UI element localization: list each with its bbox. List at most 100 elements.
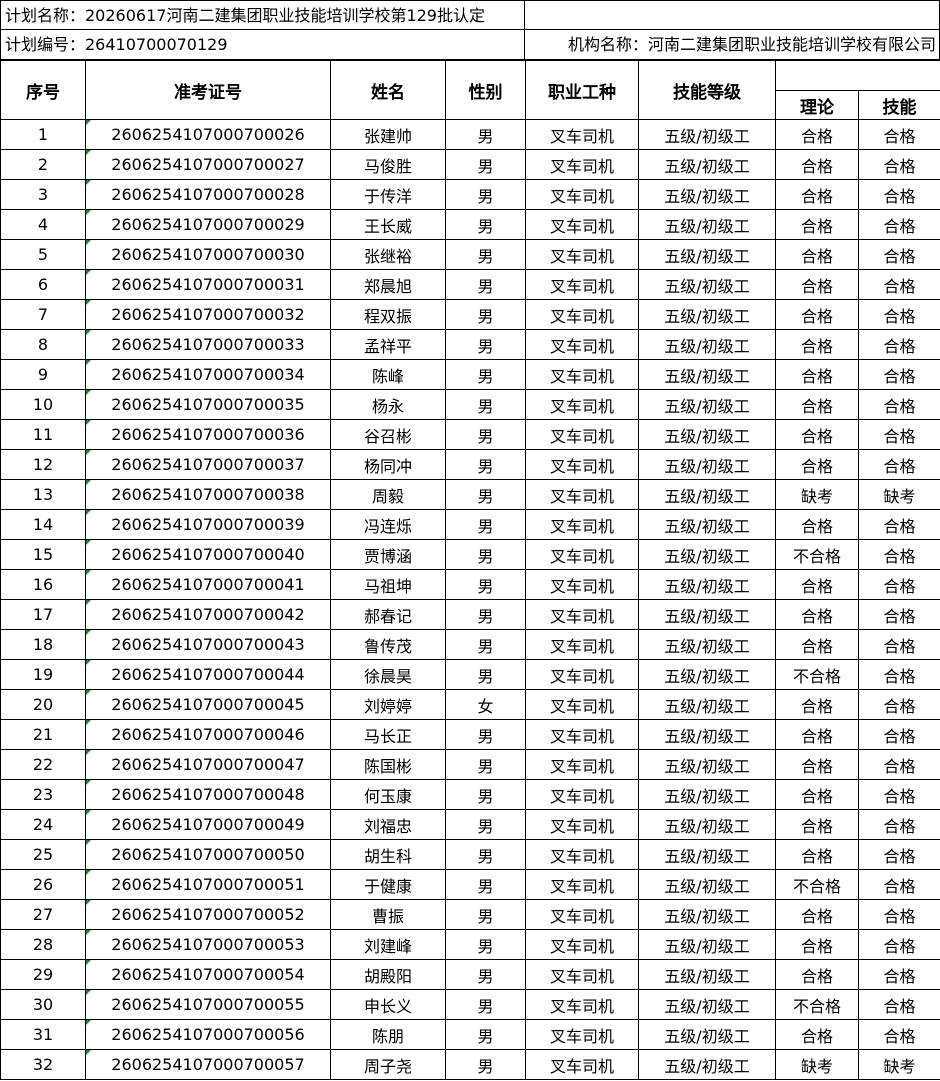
- cell-job: 叉车司机: [525, 629, 639, 660]
- table-row: 2 2606254107000700027 马俊胜 男 叉车司机 五级/初级工 合格 合格: [0, 149, 940, 180]
- text-number-indicator-icon: [86, 900, 91, 905]
- cell-text-gender: 男: [477, 396, 494, 416]
- cell-job: 叉车司机: [525, 959, 639, 990]
- table-row: 31 2606254107000700056 陈朋 男 叉车司机 五级/初级工 合格 合格: [0, 1019, 940, 1050]
- table-row: 20 2606254107000700045 刘婷婷 女 叉车司机 五级/初级工 合格 合格: [0, 689, 940, 720]
- cell-gender: 男: [445, 839, 526, 870]
- cell-job: 叉车司机: [525, 899, 639, 930]
- cell-seq: 8: [0, 329, 86, 360]
- cell-text-seq: 32: [32, 1055, 54, 1074]
- cell-job: 叉车司机: [525, 299, 639, 330]
- cell-theory: 合格: [775, 119, 859, 150]
- cell-seq: 28: [0, 929, 86, 960]
- cell-skill: 合格: [858, 359, 940, 390]
- cell-text-skill: 合格: [883, 996, 916, 1016]
- cell-skill: 合格: [858, 719, 940, 750]
- cell-seq: 7: [0, 299, 86, 330]
- cell-text-gender: 男: [477, 756, 494, 776]
- cell-text-skill: 缺考: [883, 486, 916, 506]
- cell-job: 叉车司机: [525, 359, 639, 390]
- cell-text-seq: 5: [37, 245, 49, 264]
- cell-seq: 23: [0, 779, 86, 810]
- cell-text-level: 五级/初级工: [664, 336, 750, 356]
- cell-level: 五级/初级工: [638, 419, 776, 450]
- cell-ticket: 2606254107000700050: [85, 839, 331, 870]
- cell-text-job: 叉车司机: [549, 846, 614, 866]
- cell-ticket: 2606254107000700030: [85, 239, 331, 270]
- cell-text-level: 五级/初级工: [664, 156, 750, 176]
- table-row: 32 2606254107000700057 周子尧 男 叉车司机 五级/初级工 缺考 缺考: [0, 1049, 940, 1080]
- divider: [524, 30, 525, 59]
- cell-job: 叉车司机: [525, 329, 639, 360]
- cell-text-ticket: 2606254107000700047: [111, 755, 305, 774]
- cell-theory: 合格: [775, 239, 859, 270]
- cell-text-seq: 8: [37, 335, 49, 354]
- cell-seq: 26: [0, 869, 86, 900]
- text-number-indicator-icon: [86, 240, 91, 245]
- text-number-indicator-icon: [86, 300, 91, 305]
- cell-ticket: 2606254107000700029: [85, 209, 331, 240]
- cell-gender: 男: [445, 269, 526, 300]
- cell-text-seq: 11: [32, 425, 54, 444]
- cell-theory: 合格: [775, 959, 859, 990]
- cell-text-skill: 合格: [883, 936, 916, 956]
- cell-name: 冯连烁: [330, 509, 446, 540]
- cell-text-gender: 男: [477, 606, 494, 626]
- cell-theory: 合格: [775, 1019, 859, 1050]
- cell-gender: 男: [445, 779, 526, 810]
- table-row: 30 2606254107000700055 申长义 男 叉车司机 五级/初级工 不合格 合格: [0, 989, 940, 1020]
- cell-skill: 合格: [858, 449, 940, 480]
- cell-name: 杨同冲: [330, 449, 446, 480]
- cell-text-job: 叉车司机: [549, 336, 614, 356]
- table-row: 5 2606254107000700030 张继裕 男 叉车司机 五级/初级工 合格 合格: [0, 239, 940, 270]
- cell-text-gender: 男: [477, 216, 494, 236]
- cell-text-skill: 合格: [883, 606, 916, 626]
- cell-text-gender: 男: [477, 1026, 494, 1046]
- cell-text-level: 五级/初级工: [664, 546, 750, 566]
- cell-gender: 女: [445, 689, 526, 720]
- cell-text-theory: 不合格: [792, 876, 841, 896]
- cell-text-gender: 男: [477, 486, 494, 506]
- cell-job: 叉车司机: [525, 659, 639, 690]
- cell-job: 叉车司机: [525, 179, 639, 210]
- cell-text-level: 五级/初级工: [664, 456, 750, 476]
- cell-level: 五级/初级工: [638, 809, 776, 840]
- cell-text-job: 叉车司机: [549, 906, 614, 926]
- cell-text-job: 叉车司机: [549, 816, 614, 836]
- cell-level: 五级/初级工: [638, 449, 776, 480]
- cell-job: 叉车司机: [525, 1019, 639, 1050]
- table-row: 4 2606254107000700029 王长威 男 叉车司机 五级/初级工 合格 合格: [0, 209, 940, 240]
- cell-text-seq: 7: [37, 305, 49, 324]
- cell-text-job: 叉车司机: [549, 306, 614, 326]
- cell-theory: 合格: [775, 329, 859, 360]
- cell-text-gender: 男: [477, 786, 494, 806]
- cell-text-name: 张建帅: [363, 126, 412, 146]
- cell-text-gender: 男: [477, 456, 494, 476]
- cell-text-theory: 合格: [800, 276, 833, 296]
- cell-text-ticket: 2606254107000700051: [111, 875, 305, 894]
- cell-text-skill: 合格: [883, 216, 916, 236]
- cell-text-skill: 合格: [883, 846, 916, 866]
- cell-theory: 合格: [775, 299, 859, 330]
- cell-gender: 男: [445, 719, 526, 750]
- cell-text-level: 五级/初级工: [664, 756, 750, 776]
- cell-name: 谷召彬: [330, 419, 446, 450]
- cell-text-ticket: 2606254107000700039: [111, 515, 305, 534]
- divider: [524, 1, 525, 29]
- cell-text-gender: 男: [477, 516, 494, 536]
- cell-text-name: 程双振: [363, 306, 412, 326]
- cell-text-seq: 15: [32, 545, 54, 564]
- cell-job: 叉车司机: [525, 569, 639, 600]
- cell-job: 叉车司机: [525, 989, 639, 1020]
- cell-text-theory: 合格: [800, 966, 833, 986]
- cell-text-name: 杨永: [371, 396, 404, 416]
- cell-text-level: 五级/初级工: [664, 696, 750, 716]
- cell-level: 五级/初级工: [638, 989, 776, 1020]
- cell-text-ticket: 2606254107000700032: [111, 305, 305, 324]
- cell-skill: 合格: [858, 779, 940, 810]
- table-row: 8 2606254107000700033 孟祥平 男 叉车司机 五级/初级工 合格 合格: [0, 329, 940, 360]
- cell-text-skill: 合格: [883, 906, 916, 926]
- cell-name: 胡生科: [330, 839, 446, 870]
- cell-text-seq: 21: [32, 725, 54, 744]
- cell-text-seq: 30: [32, 995, 54, 1014]
